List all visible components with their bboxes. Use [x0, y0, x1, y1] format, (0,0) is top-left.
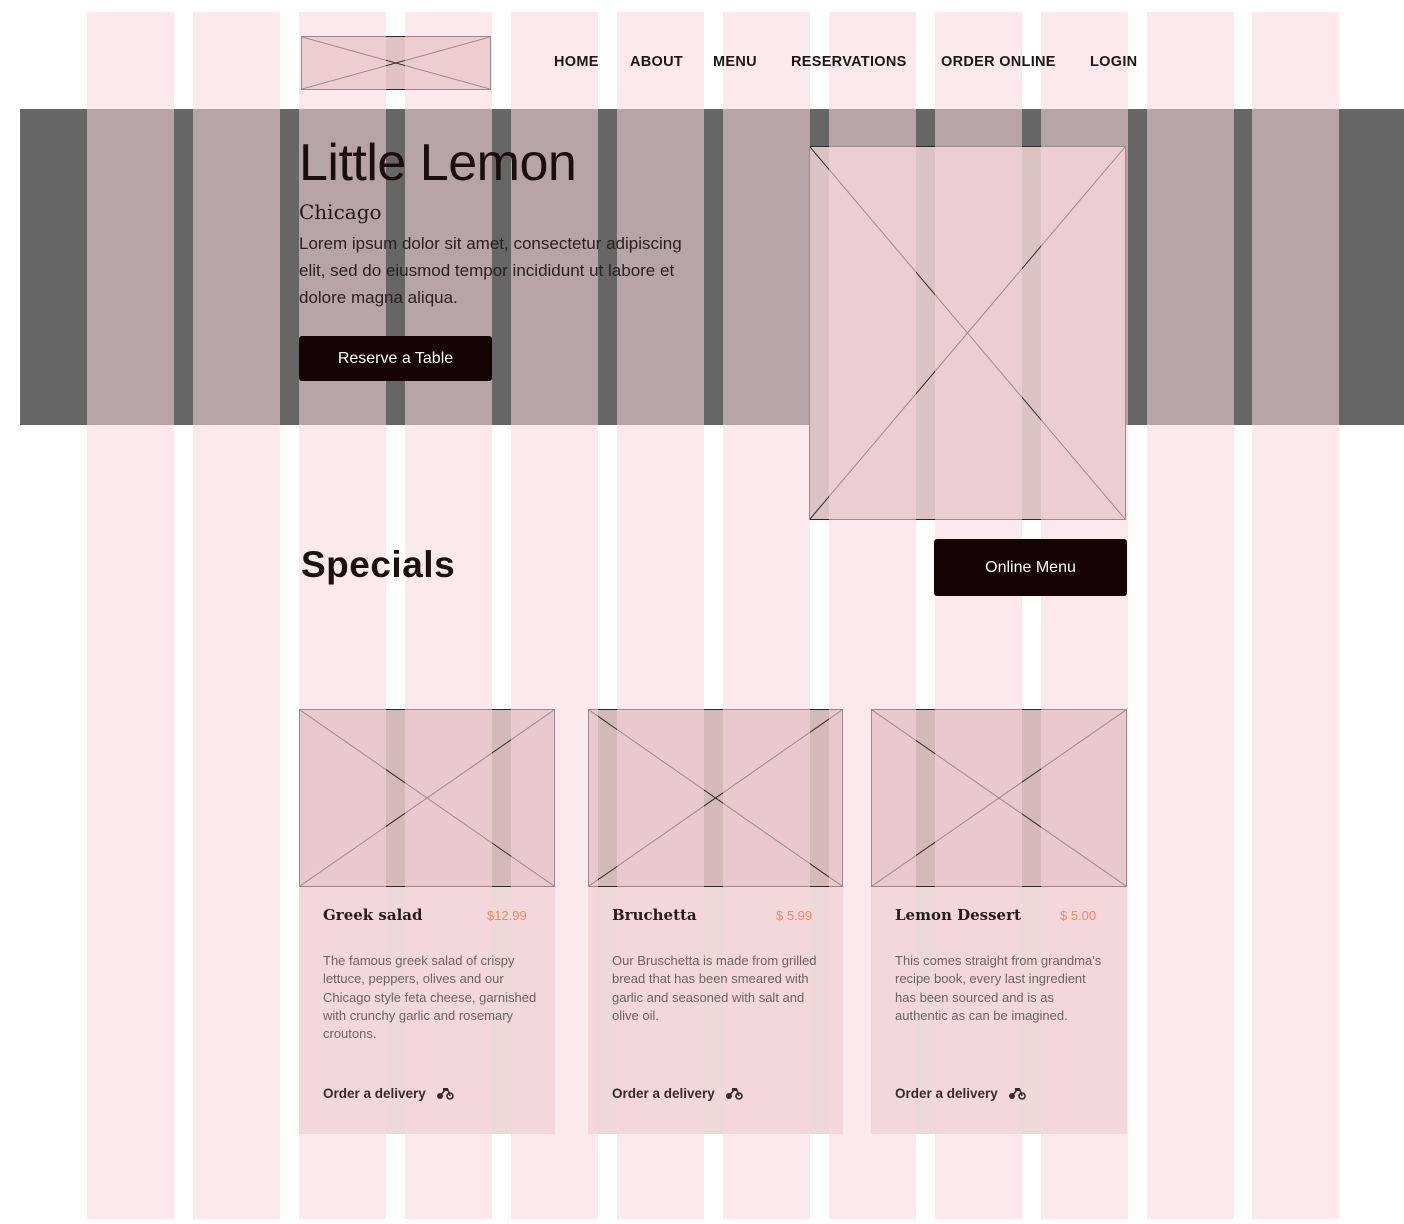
hero-city: Chicago [299, 200, 382, 224]
order-delivery-label: Order a delivery [323, 1086, 426, 1101]
hero-title: Little Lemon [299, 134, 577, 192]
delivery-bike-icon [725, 1088, 743, 1100]
nav-about[interactable]: ABOUT [630, 54, 683, 70]
card-price: $ 5.00 [1060, 908, 1097, 923]
hero-band [20, 109, 1404, 425]
order-delivery-link[interactable]: Order a delivery [895, 1086, 1026, 1101]
card-price: $12.99 [487, 908, 527, 923]
card-image-placeholder-icon [871, 709, 1127, 887]
nav-menu[interactable]: MENU [713, 54, 757, 70]
logo-placeholder-icon[interactable] [301, 36, 491, 90]
card-title: Bruchetta [612, 906, 697, 924]
nav-login[interactable]: LOGIN [1090, 54, 1137, 70]
specials-title: Specials [301, 544, 456, 585]
card-price: $ 5.99 [776, 908, 813, 923]
delivery-bike-icon [1008, 1088, 1026, 1100]
nav-order-online[interactable]: ORDER ONLINE [941, 54, 1056, 70]
order-delivery-link[interactable]: Order a delivery [323, 1086, 454, 1101]
card-description: This comes straight from grandma's recip… [895, 953, 1102, 1023]
card-image-placeholder-icon [588, 709, 843, 887]
card-title: Greek salad [323, 906, 423, 924]
nav-reservations[interactable]: RESERVATIONS [791, 54, 907, 70]
delivery-bike-icon [436, 1088, 454, 1100]
reserve-table-button[interactable]: Reserve a Table [299, 336, 492, 381]
hero-image-placeholder-icon [809, 146, 1126, 520]
order-delivery-link[interactable]: Order a delivery [612, 1086, 743, 1101]
hero-description: Lorem ipsum dolor sit amet, consectetur … [299, 234, 682, 307]
order-delivery-label: Order a delivery [895, 1086, 998, 1101]
card-title: Lemon Dessert [895, 906, 1021, 924]
card-image-placeholder-icon [299, 709, 555, 887]
card-description: The famous greek salad of crispy lettuce… [323, 953, 537, 1042]
nav-home[interactable]: HOME [554, 54, 599, 70]
wireframe-page: HOME ABOUT MENU RESERVATIONS ORDER ONLIN… [0, 0, 1404, 1224]
order-delivery-label: Order a delivery [612, 1086, 715, 1101]
card-description: Our Bruschetta is made from grilled brea… [612, 953, 817, 1023]
online-menu-button[interactable]: Online Menu [934, 539, 1127, 596]
